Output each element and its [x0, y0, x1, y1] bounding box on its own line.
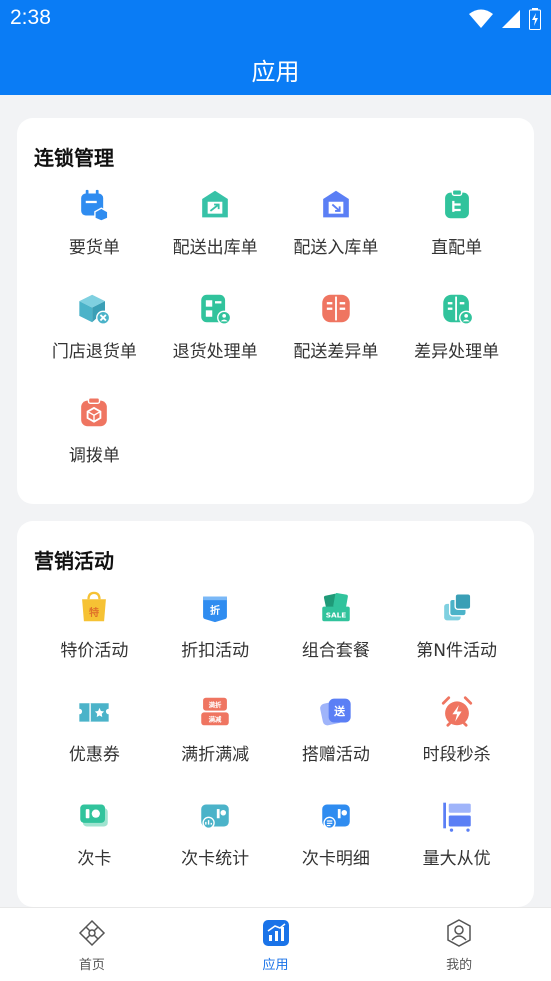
- special-price-bag-icon: 特: [82, 591, 107, 622]
- app-item-label: 要货单: [68, 238, 120, 258]
- svg-text:SALE: SALE: [326, 611, 347, 620]
- app-item-label: 优惠券: [68, 745, 120, 765]
- status-time: 2:38: [10, 6, 51, 29]
- status-icons: [469, 8, 541, 30]
- app-item-label: 直配单: [431, 238, 483, 258]
- app-item-label: 满折满减: [181, 745, 250, 765]
- app-item-bulk-discount[interactable]: 量大从优: [396, 799, 517, 869]
- app-item-label: 折扣活动: [181, 641, 250, 661]
- app-item-label: 配送差异单: [293, 342, 379, 362]
- bulk-discount-icon: [442, 802, 471, 832]
- app-item-label: 差异处理单: [414, 342, 500, 362]
- gift-send-icon: 送: [319, 698, 351, 726]
- clipboard-tree-icon: [444, 189, 469, 219]
- book-diff-icon: [322, 294, 350, 323]
- nth-item-icon: [443, 593, 472, 621]
- app-bar: 应用: [0, 38, 551, 95]
- app-item-purchase-order[interactable]: 要货单: [34, 188, 155, 258]
- card-detail-icon: [322, 804, 350, 830]
- app-item-label: 次卡统计: [181, 849, 250, 869]
- svg-text:满折: 满折: [209, 700, 222, 709]
- svg-text:折: 折: [210, 604, 220, 617]
- nav-tab-label: 应用: [262, 958, 289, 973]
- bottom-nav: 首页 应用 我的: [0, 907, 551, 981]
- app-item-label: 组合套餐: [301, 641, 370, 661]
- app-item-transfer[interactable]: 调拨单: [34, 396, 155, 466]
- section-chain-management: 连锁管理 要货单 配送出库单 配送入库单 直配单 门店退货单 退货处理单 配送差…: [17, 118, 534, 504]
- app-item-card-stats[interactable]: 次卡统计: [155, 799, 276, 869]
- app-item-coupon[interactable]: 优惠券: [34, 695, 155, 765]
- status-bar: 2:38: [0, 0, 551, 38]
- warehouse-in-icon: [323, 190, 349, 218]
- return-process-icon: [201, 294, 232, 325]
- app-item-label: 配送入库单: [293, 238, 379, 258]
- app-item-label: 量大从优: [422, 849, 491, 869]
- app-item-flash-sale[interactable]: 时段秒杀: [396, 695, 517, 765]
- cart-order-icon: [81, 189, 109, 221]
- section-marketing: 营销活动 特 特价活动 折 折扣活动 SALE 组合套餐 第N件活动 优惠券 满…: [17, 521, 534, 907]
- discount-icon: 折: [203, 596, 228, 623]
- app-item-delivery-in[interactable]: 配送入库单: [276, 188, 397, 258]
- diff-process-icon: [442, 294, 473, 325]
- app-item-label: 搭赠活动: [301, 745, 370, 765]
- nav-tab-mine[interactable]: 我的: [367, 908, 551, 981]
- svg-text:满减: 满减: [209, 715, 222, 724]
- flash-sale-clock-icon: [441, 696, 472, 727]
- home-diamond-icon: [78, 919, 105, 947]
- signal-icon: [502, 10, 520, 28]
- app-item-label: 退货处理单: [172, 342, 258, 362]
- profile-shield-icon: [447, 919, 471, 947]
- app-item-label: 时段秒杀: [422, 745, 491, 765]
- app-item-delivery-diff[interactable]: 配送差异单: [276, 292, 397, 362]
- app-item-label: 次卡: [77, 849, 112, 869]
- wifi-icon: [469, 9, 493, 28]
- app-item-nth-item[interactable]: 第N件活动: [396, 591, 517, 661]
- app-item-label: 次卡明细: [301, 849, 370, 869]
- nav-tab-apps[interactable]: 应用: [184, 908, 368, 981]
- nav-tab-label: 我的: [446, 958, 473, 973]
- svg-text:送: 送: [333, 704, 346, 718]
- box-return-icon: [79, 294, 111, 325]
- app-item-return-process[interactable]: 退货处理单: [155, 292, 276, 362]
- app-item-gift-send[interactable]: 送 搭赠活动: [276, 695, 397, 765]
- app-item-combo[interactable]: SALE 组合套餐: [276, 591, 397, 661]
- svg-text:特: 特: [89, 606, 99, 619]
- card-stats-icon: [201, 804, 229, 830]
- warehouse-out-icon: [202, 190, 228, 218]
- app-item-label: 门店退货单: [51, 342, 137, 362]
- nav-tab-home[interactable]: 首页: [0, 908, 184, 981]
- app-item-times-card[interactable]: 次卡: [34, 799, 155, 869]
- times-card-icon: [80, 804, 109, 827]
- section-title: 营销活动: [34, 549, 114, 573]
- page-title: 应用: [251, 58, 300, 86]
- app-item-label: 配送出库单: [172, 238, 258, 258]
- app-item-store-return[interactable]: 门店退货单: [34, 292, 155, 362]
- app-item-special-price[interactable]: 特 特价活动: [34, 591, 155, 661]
- app-item-card-detail[interactable]: 次卡明细: [276, 799, 397, 869]
- app-item-full-reduction[interactable]: 满折 满减 满折满减: [155, 695, 276, 765]
- battery-icon: [529, 8, 541, 30]
- app-item-label: 第N件活动: [416, 641, 497, 661]
- section-grid: 特 特价活动 折 折扣活动 SALE 组合套餐 第N件活动 优惠券 满折 满减 满…: [34, 591, 517, 869]
- section-title: 连锁管理: [34, 146, 114, 170]
- coupon-icon: [79, 703, 110, 722]
- app-item-label: 特价活动: [60, 641, 129, 661]
- app-item-diff-process[interactable]: 差异处理单: [396, 292, 517, 362]
- transfer-clipboard-icon: [81, 397, 108, 427]
- combo-sale-icon: SALE: [322, 593, 350, 622]
- apps-chart-icon: [262, 920, 289, 946]
- nav-tab-label: 首页: [78, 958, 105, 973]
- app-item-discount[interactable]: 折 折扣活动: [155, 591, 276, 661]
- section-grid: 要货单 配送出库单 配送入库单 直配单 门店退货单 退货处理单 配送差异单 差异…: [34, 188, 517, 466]
- app-item-label: 调拨单: [68, 446, 120, 466]
- full-reduction-icon: 满折满减: [201, 697, 229, 726]
- app-item-direct-delivery[interactable]: 直配单: [396, 188, 517, 258]
- app-item-delivery-out[interactable]: 配送出库单: [155, 188, 276, 258]
